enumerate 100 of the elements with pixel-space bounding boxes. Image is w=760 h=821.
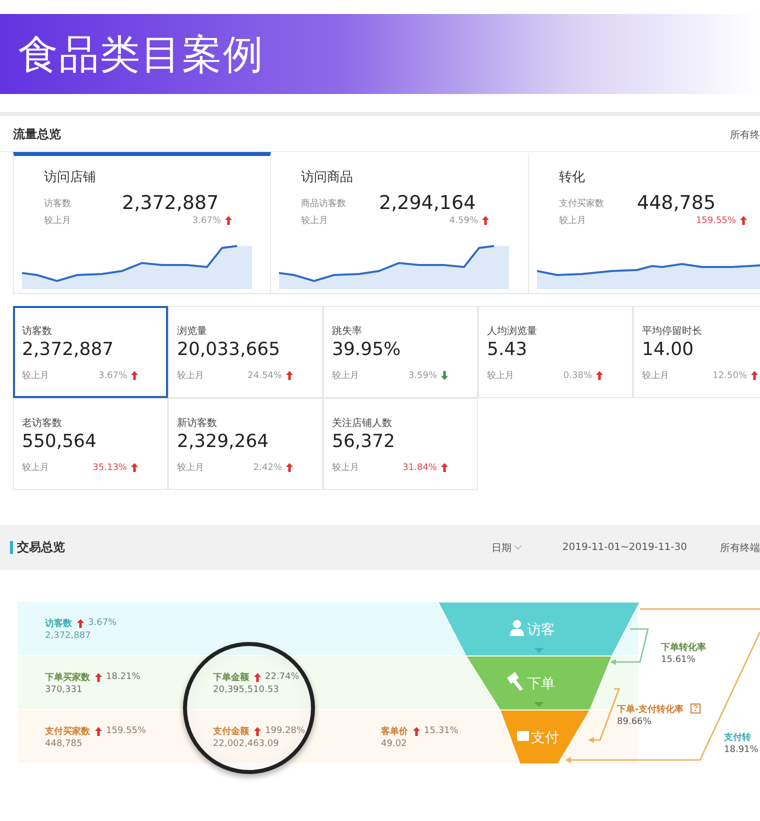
metric-label: 老访客数: [22, 416, 63, 430]
change-value: 159.55%: [106, 726, 146, 736]
change-value: 22.74%: [265, 672, 300, 682]
section-title: 流量总览: [13, 126, 61, 143]
metric-value: 20,033,665: [177, 339, 282, 360]
metric-tile[interactable]: 跳失率 39.95% 较上月 3.59%: [323, 306, 478, 398]
rate-value: 18.91%: [724, 745, 758, 755]
banner-title: 食品类目案例: [18, 30, 264, 80]
chevron-down-icon: [514, 545, 522, 550]
metric-label: 商品访客数: [301, 198, 347, 210]
compare-label: 较上月: [177, 462, 204, 474]
change-value: 18.21%: [106, 672, 140, 682]
metric-label: 支付买家数: [45, 725, 90, 738]
metric-value: 2,372,887: [122, 192, 220, 214]
compare-label: 较上月: [332, 462, 359, 474]
metric-tile[interactable]: 浏览量 20,033,665 较上月 24.54%: [168, 306, 323, 398]
compare-label: 较上月: [332, 370, 359, 382]
metric-value: 2,294,164: [379, 192, 477, 214]
compare-label: 较上月: [487, 370, 514, 382]
compare-label: 较上月: [301, 214, 329, 227]
gavel-icon: [507, 672, 523, 691]
metric-value: 2,372,887: [22, 339, 115, 360]
stage-label: 下单: [527, 676, 555, 692]
up-arrow-icon: [413, 726, 420, 736]
rate-value: 15.61%: [661, 655, 696, 665]
metric-tile[interactable]: 新访客数 2,329,264 较上月 2.42%: [168, 398, 323, 490]
compare-label: 较上月: [22, 370, 49, 382]
metric-value: 20,395,510.53: [213, 684, 280, 694]
change-value: 12.50%: [712, 370, 747, 380]
metric-value: 56,372: [332, 431, 396, 452]
change-value: 31.84%: [402, 462, 437, 472]
terminal-filter[interactable]: 所有终端: [720, 540, 760, 554]
overview-card[interactable]: 访问店铺 访客数 2,372,887 较上月 3.67%: [13, 152, 271, 293]
card-title: 访问店铺: [44, 169, 97, 186]
metric-label: 人均浏览量: [487, 324, 538, 338]
caret-down-icon: [534, 702, 544, 707]
metric-label: 平均停留时长: [642, 324, 703, 338]
metric-value: 2,329,264: [177, 431, 270, 452]
compare-label: 较上月: [177, 370, 204, 382]
metric-tile[interactable]: 平均停留时长 14.00 较上月 12.50%: [633, 306, 760, 398]
metric-label: 客单价: [381, 725, 408, 738]
metric-value: 39.95%: [332, 339, 402, 360]
metric-label: 支付金额: [213, 725, 249, 738]
stage-label: 访客: [527, 622, 555, 638]
metric-value: 370,331: [45, 684, 84, 694]
help-icon[interactable]: [690, 704, 700, 714]
metric-value: 2,372,887: [45, 630, 92, 640]
terminal-filter[interactable]: 所有终: [730, 128, 760, 142]
date-range[interactable]: 2019-11-01~2019-11-30: [562, 542, 687, 553]
metric-value: 5.43: [487, 339, 528, 360]
person-icon: [510, 620, 524, 636]
metric-tile[interactable]: 人均浏览量 5.43 较上月 0.38%: [478, 306, 633, 398]
metric-label: 访客数: [22, 324, 53, 338]
rate-label: 下单-支付转化率: [617, 705, 684, 715]
rate-label: 支付转: [724, 733, 751, 743]
metric-value: 49.02: [381, 738, 408, 748]
metric-tile[interactable]: 老访客数 550,564 较上月 35.13%: [13, 398, 168, 490]
metric-label: 访客数: [45, 617, 72, 630]
overview-card[interactable]: 转化 支付买家数 448,785 较上月 159.55%: [529, 152, 760, 293]
metric-tile[interactable]: 访客数 2,372,887 较上月 3.67%: [13, 306, 168, 398]
date-dropdown[interactable]: 日期: [491, 540, 512, 554]
caret-down-icon: [534, 648, 544, 653]
up-arrow-icon: [254, 726, 261, 736]
change-value: 24.54%: [248, 370, 282, 380]
change-value: 0.38%: [563, 370, 592, 380]
up-arrow-icon: [77, 618, 84, 628]
metric-tile[interactable]: 关注店铺人数 56,372 较上月 31.84%: [323, 398, 478, 490]
up-arrow-icon: [95, 672, 102, 682]
metric-value: 14.00: [642, 339, 695, 360]
compare-label: 较上月: [559, 214, 587, 227]
metric-label: 关注店铺人数: [332, 416, 393, 430]
change-value: 3.67%: [192, 216, 221, 226]
metric-label: 访客数: [44, 198, 72, 210]
rate-label: 下单转化率: [661, 643, 706, 653]
metric-label: 浏览量: [177, 324, 208, 338]
rate-value: 89.66%: [617, 717, 652, 727]
card-title: 转化: [559, 169, 586, 186]
change-value: 35.13%: [92, 462, 127, 472]
metric-label: 跳失率: [332, 324, 363, 338]
change-value: 15.31%: [424, 726, 458, 736]
change-value: 3.67%: [98, 370, 127, 380]
up-arrow-icon: [254, 672, 261, 682]
section-title: 交易总览: [10, 541, 65, 554]
metric-label: 支付买家数: [559, 198, 605, 210]
overview-card[interactable]: 访问商品 商品访客数 2,294,164 较上月 4.59%: [271, 152, 529, 293]
metric-label: 下单金额: [213, 671, 249, 684]
stage-label: 支付: [531, 730, 559, 746]
wallet-icon: [517, 731, 529, 741]
metric-value: 448,785: [637, 192, 717, 214]
change-value: 3.67%: [88, 618, 117, 628]
compare-label: 较上月: [642, 370, 669, 382]
up-arrow-icon: [95, 726, 102, 736]
change-value: 159.55%: [696, 216, 736, 226]
change-value: 3.59%: [408, 370, 437, 380]
change-value: 2.42%: [253, 462, 282, 472]
metric-value: 550,564: [22, 431, 98, 452]
metric-label: 下单买家数: [45, 671, 90, 684]
change-value: 4.59%: [449, 216, 478, 226]
metric-value: 448,785: [45, 738, 84, 748]
card-title: 访问商品: [301, 169, 354, 186]
